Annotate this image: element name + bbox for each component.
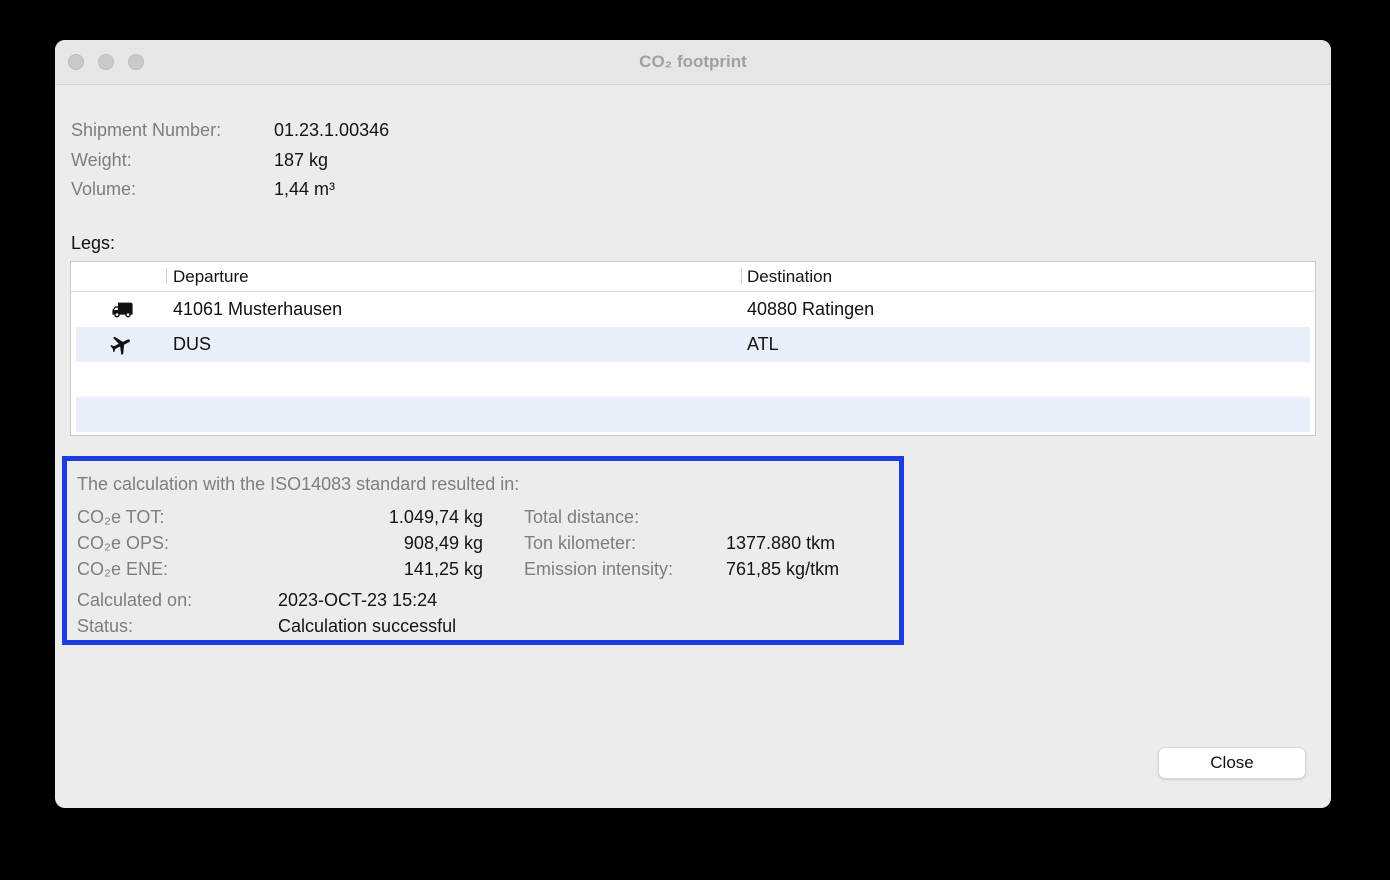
co2e-ene-value: 141,25 kg	[267, 556, 483, 582]
emissions-and-metrics: CO₂e TOT: 1.049,74 kg Total distance: CO…	[77, 504, 839, 582]
destination-cell: 40880 Ratingen	[741, 292, 1310, 327]
empty-row	[71, 397, 1315, 432]
weight-row: Weight: 187 kg	[71, 146, 389, 176]
volume-label: Volume:	[71, 175, 274, 205]
shipment-number-value: 01.23.1.00346	[274, 116, 389, 146]
airplane-icon	[109, 333, 133, 357]
spacer	[483, 530, 524, 556]
calculation-results-box: The calculation with the ISO14083 standa…	[62, 456, 904, 645]
mode-cell	[76, 299, 166, 321]
co2-footprint-window: CO₂ footprint Shipment Number: 01.23.1.0…	[55, 40, 1331, 808]
status-label: Status:	[77, 613, 278, 639]
column-header-destination[interactable]: Destination	[741, 262, 1315, 291]
co2e-tot-label: CO₂e TOT:	[77, 504, 267, 530]
mode-cell	[76, 333, 166, 357]
spacer	[483, 504, 524, 530]
shipment-info: Shipment Number: 01.23.1.00346 Weight: 1…	[71, 116, 389, 205]
spacer	[483, 556, 524, 582]
total-distance-value	[726, 504, 839, 530]
co2e-ops-value: 908,49 kg	[267, 530, 483, 556]
departure-cell: DUS	[166, 327, 741, 362]
calculation-meta: Calculated on: 2023-OCT-23 15:24 Status:…	[77, 587, 456, 639]
leg-row-truck[interactable]: 41061 Musterhausen 40880 Ratingen	[71, 292, 1315, 327]
volume-row: Volume: 1,44 m³	[71, 175, 389, 205]
titlebar: CO₂ footprint	[55, 40, 1331, 85]
column-header-mode	[71, 262, 166, 291]
total-distance-label: Total distance:	[524, 504, 726, 530]
calculation-intro-text: The calculation with the ISO14083 standa…	[77, 471, 519, 497]
co2e-ene-label: CO₂e ENE:	[77, 556, 267, 582]
departure-cell: 41061 Musterhausen	[166, 292, 741, 327]
leg-row-airplane[interactable]: DUS ATL	[71, 327, 1315, 362]
emission-intensity-value: 761,85 kg/tkm	[726, 556, 839, 582]
emission-intensity-label: Emission intensity:	[524, 556, 726, 582]
co2e-ops-label: CO₂e OPS:	[77, 530, 267, 556]
calculated-on-value: 2023-OCT-23 15:24	[278, 587, 456, 613]
column-header-departure[interactable]: Departure	[166, 262, 741, 291]
destination-cell: ATL	[741, 327, 1310, 362]
window-title: CO₂ footprint	[55, 40, 1331, 84]
shipment-number-row: Shipment Number: 01.23.1.00346	[71, 116, 389, 146]
status-value: Calculation successful	[278, 613, 456, 639]
legs-table-header: Departure Destination	[71, 262, 1315, 292]
empty-row	[71, 362, 1315, 397]
close-button[interactable]: Close	[1158, 747, 1306, 779]
weight-value: 187 kg	[274, 146, 328, 176]
weight-label: Weight:	[71, 146, 274, 176]
ton-kilometer-value: 1377.880 tkm	[726, 530, 839, 556]
co2e-tot-value: 1.049,74 kg	[267, 504, 483, 530]
legs-table: Departure Destination 41061 Musterhausen…	[70, 261, 1316, 436]
calculated-on-label: Calculated on:	[77, 587, 278, 613]
truck-icon	[109, 299, 136, 321]
volume-value: 1,44 m³	[274, 175, 335, 205]
ton-kilometer-label: Ton kilometer:	[524, 530, 726, 556]
legs-section-label: Legs:	[71, 230, 115, 256]
shipment-number-label: Shipment Number:	[71, 116, 274, 146]
